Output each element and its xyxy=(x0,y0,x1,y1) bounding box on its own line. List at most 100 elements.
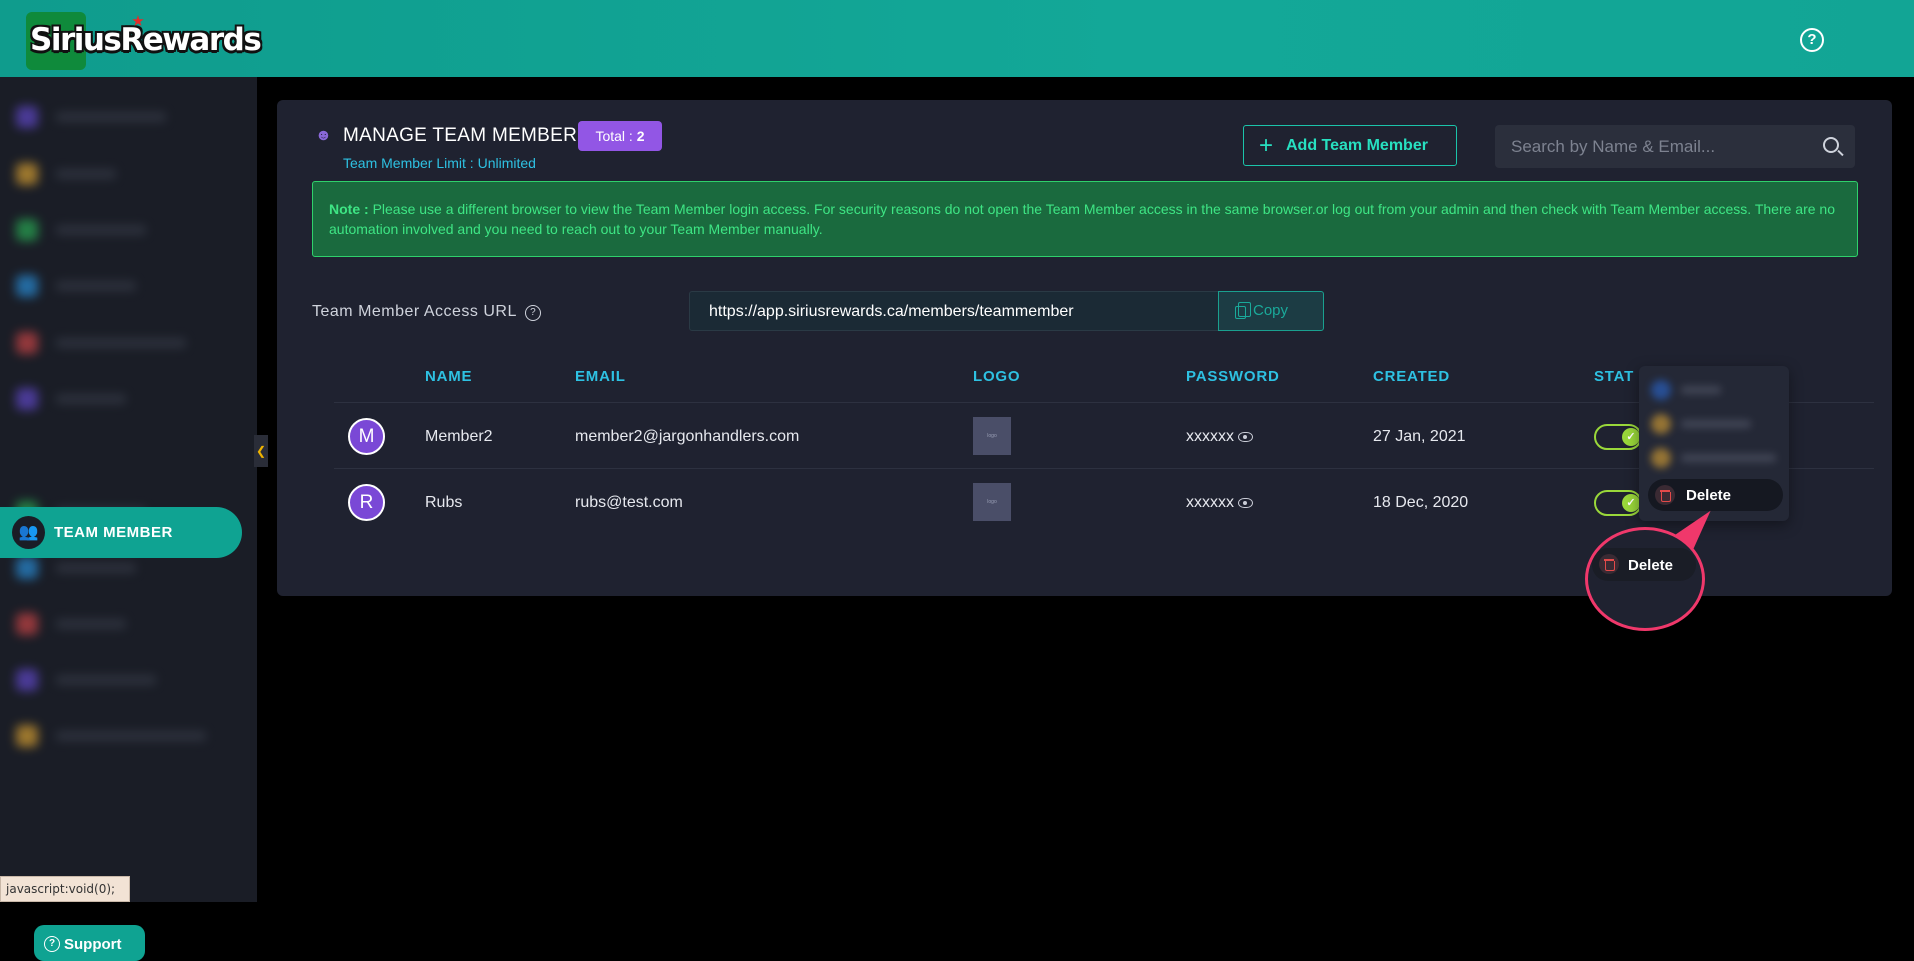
search-box xyxy=(1495,125,1855,168)
check-icon: ✓ xyxy=(1622,428,1640,446)
column-header-status: STATUS xyxy=(1594,368,1634,385)
sidebar-item-blurred[interactable] xyxy=(16,275,226,297)
sidebar-item-blurred[interactable] xyxy=(16,219,226,241)
sidebar-item-label xyxy=(56,619,126,629)
password-mask: xxxxxx xyxy=(1186,494,1234,511)
sidebar-item-label: TEAM MEMBER xyxy=(54,524,173,541)
sidebar-item-label xyxy=(56,338,186,348)
dropdown-item-blurred[interactable] xyxy=(1647,376,1781,404)
support-button[interactable]: ? Support xyxy=(34,925,145,961)
avatar: M xyxy=(348,418,385,455)
eye-icon[interactable] xyxy=(1238,432,1253,442)
plus-icon: + xyxy=(1259,132,1274,159)
add-team-member-button[interactable]: + Add Team Member xyxy=(1243,125,1457,166)
sidebar-item-blurred[interactable] xyxy=(16,669,226,691)
sidebar-item-team-member[interactable]: 👥 TEAM MEMBER xyxy=(0,507,242,558)
sidebar-item-blurred[interactable] xyxy=(16,725,226,747)
trash-icon xyxy=(1599,554,1619,574)
sidebar-item-icon xyxy=(16,106,38,128)
sidebar-item-blurred[interactable] xyxy=(16,106,226,128)
row-actions-dropdown: Delete xyxy=(1639,366,1789,521)
member-created: 27 Jan, 2021 xyxy=(1373,428,1466,445)
note-label: Note : xyxy=(329,201,369,217)
access-url-field[interactable]: https://app.siriusrewards.ca/members/tea… xyxy=(689,291,1220,331)
search-icon[interactable] xyxy=(1823,137,1839,153)
note-text: Please use a different browser to view t… xyxy=(329,201,1835,237)
sidebar-item-label xyxy=(56,675,156,685)
member-password: xxxxxx xyxy=(1186,428,1253,446)
copy-icon xyxy=(1235,302,1251,319)
sidebar-item-label xyxy=(56,169,116,179)
sidebar-item-blurred[interactable] xyxy=(16,332,226,354)
sidebar-item-icon xyxy=(16,219,38,241)
team-member-limit: Team Member Limit : Unlimited xyxy=(343,155,536,171)
password-mask: xxxxxx xyxy=(1186,428,1234,445)
sidebar-item-label xyxy=(56,563,136,573)
sidebar-item-icon xyxy=(16,669,38,691)
help-icon[interactable]: ? xyxy=(1800,28,1824,52)
delete-menu-item[interactable]: Delete xyxy=(1648,479,1783,511)
question-icon: ? xyxy=(44,936,60,952)
column-header-email[interactable]: EMAIL xyxy=(575,368,626,385)
eye-icon[interactable] xyxy=(1238,498,1253,508)
callout-delete-label: Delete xyxy=(1628,557,1674,574)
browser-status-bar: javascript:void(0); xyxy=(0,876,130,902)
support-label: Support xyxy=(64,936,122,953)
total-label: Total : xyxy=(595,128,633,144)
sirius-rewards-logo[interactable]: SiriusRewards xyxy=(26,12,262,70)
dropdown-item-blurred[interactable] xyxy=(1647,410,1781,438)
add-team-member-label: Add Team Member xyxy=(1286,136,1428,154)
sidebar-item-icon xyxy=(16,613,38,635)
page-title: MANAGE TEAM MEMBER xyxy=(343,125,578,146)
trash-icon xyxy=(1655,485,1675,505)
sidebar-item-icon xyxy=(16,163,38,185)
avatar: R xyxy=(348,484,385,521)
sidebar-item-label xyxy=(56,394,126,404)
sidebar-item-icon xyxy=(16,332,38,354)
sidebar: 👥 TEAM MEMBER ? Support xyxy=(0,77,257,961)
member-name: Rubs xyxy=(425,494,463,511)
top-bar: SiriusRewards ? xyxy=(0,0,1914,77)
member-logo-thumbnail: logo xyxy=(973,483,1011,521)
member-email: member2@jargonhandlers.com xyxy=(575,428,800,445)
status-toggle[interactable]: ✓ xyxy=(1594,490,1642,516)
search-input[interactable] xyxy=(1495,125,1815,168)
check-icon: ✓ xyxy=(1622,494,1640,512)
status-toggle[interactable]: ✓ xyxy=(1594,424,1642,450)
access-url-label-text: Team Member Access URL xyxy=(312,303,517,320)
access-url-label: Team Member Access URL ? xyxy=(312,303,542,321)
sidebar-item-label xyxy=(56,731,206,741)
user-check-icon: ☻ xyxy=(315,127,332,144)
sidebar-item-icon xyxy=(16,725,38,747)
security-note: Note : Please use a different browser to… xyxy=(312,181,1858,257)
sidebar-item-label xyxy=(56,112,166,122)
column-header-created[interactable]: CREATED xyxy=(1373,368,1450,385)
column-header-password: PASSWORD xyxy=(1186,368,1280,385)
copy-label: Copy xyxy=(1253,302,1289,319)
sidebar-item-label xyxy=(56,281,136,291)
dropdown-item-blurred[interactable] xyxy=(1647,444,1781,472)
member-password: xxxxxx xyxy=(1186,494,1253,512)
sidebar-item-blurred[interactable] xyxy=(16,557,226,579)
total-badge: Total : 2 xyxy=(578,121,662,151)
column-header-name[interactable]: NAME xyxy=(425,368,472,385)
sidebar-collapse-toggle[interactable]: ❮ xyxy=(254,435,268,467)
sidebar-item-blurred[interactable] xyxy=(16,163,226,185)
delete-label: Delete xyxy=(1686,487,1732,504)
member-created: 18 Dec, 2020 xyxy=(1373,494,1469,511)
total-count: 2 xyxy=(636,128,645,144)
copy-url-button[interactable]: Copy xyxy=(1218,291,1324,331)
sidebar-item-label xyxy=(56,225,146,235)
logo-text: SiriusRewards xyxy=(30,22,262,58)
highlight-callout: Delete xyxy=(1585,527,1705,631)
member-name: Member2 xyxy=(425,428,493,445)
manage-team-panel: ☻ MANAGE TEAM MEMBER Total : 2 Team Memb… xyxy=(277,100,1892,596)
sidebar-item-blurred[interactable] xyxy=(16,613,226,635)
sidebar-item-blurred[interactable] xyxy=(16,388,226,410)
sidebar-item-icon xyxy=(16,557,38,579)
users-icon: 👥 xyxy=(12,516,45,549)
callout-delete-item[interactable]: Delete xyxy=(1592,548,1696,581)
column-header-logo: LOGO xyxy=(973,368,1021,385)
info-icon[interactable]: ? xyxy=(525,305,542,321)
member-email: rubs@test.com xyxy=(575,494,683,511)
